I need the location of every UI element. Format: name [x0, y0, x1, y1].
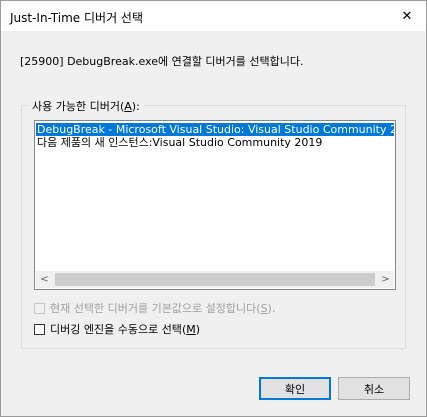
jit-debugger-dialog: Just-In-Time 디버거 선택 ✕ [25900] DebugBreak… — [0, 0, 427, 417]
prompt-text: [25900] DebugBreak.exe에 연결할 디버거를 선택합니다. — [20, 55, 304, 68]
close-icon: ✕ — [401, 8, 413, 24]
debugger-list-item-1[interactable]: 다음 제품의 새 인스턴스:Visual Studio Community 20… — [36, 136, 394, 149]
scroll-right-button[interactable]: > — [377, 271, 394, 288]
close-button[interactable]: ✕ — [388, 1, 426, 31]
cancel-button[interactable]: 취소 — [338, 377, 410, 400]
chevron-left-icon: < — [40, 274, 49, 285]
scroll-left-button[interactable]: < — [36, 271, 53, 288]
manual-engine-checkbox[interactable] — [34, 323, 45, 335]
chevron-right-icon: > — [381, 274, 390, 285]
scroll-thumb[interactable] — [55, 273, 375, 286]
window-title: Just-In-Time 디버거 선택 — [10, 11, 144, 25]
title-bar: Just-In-Time 디버거 선택 ✕ — [1, 1, 426, 31]
debugger-list[interactable]: DebugBreak - Microsoft Visual Studio: Vi… — [34, 120, 396, 290]
set-default-checkbox-row: 현재 선택한 디버거를 기본값으로 설정합니다(S). — [34, 301, 275, 315]
ok-button[interactable]: 확인 — [259, 377, 331, 400]
debuggers-group-label: 사용 가능한 디버거(A): — [29, 98, 143, 114]
manual-engine-label[interactable]: 디버깅 엔진을 수동으로 선택(M) — [50, 321, 200, 337]
manual-engine-checkbox-row[interactable]: 디버깅 엔진을 수동으로 선택(M) — [34, 322, 200, 336]
set-default-label: 현재 선택한 디버거를 기본값으로 설정합니다(S). — [50, 302, 276, 315]
horizontal-scrollbar[interactable]: < > — [36, 271, 394, 288]
debugger-list-item-0[interactable]: DebugBreak - Microsoft Visual Studio: Vi… — [36, 123, 395, 136]
set-default-checkbox — [34, 302, 45, 314]
